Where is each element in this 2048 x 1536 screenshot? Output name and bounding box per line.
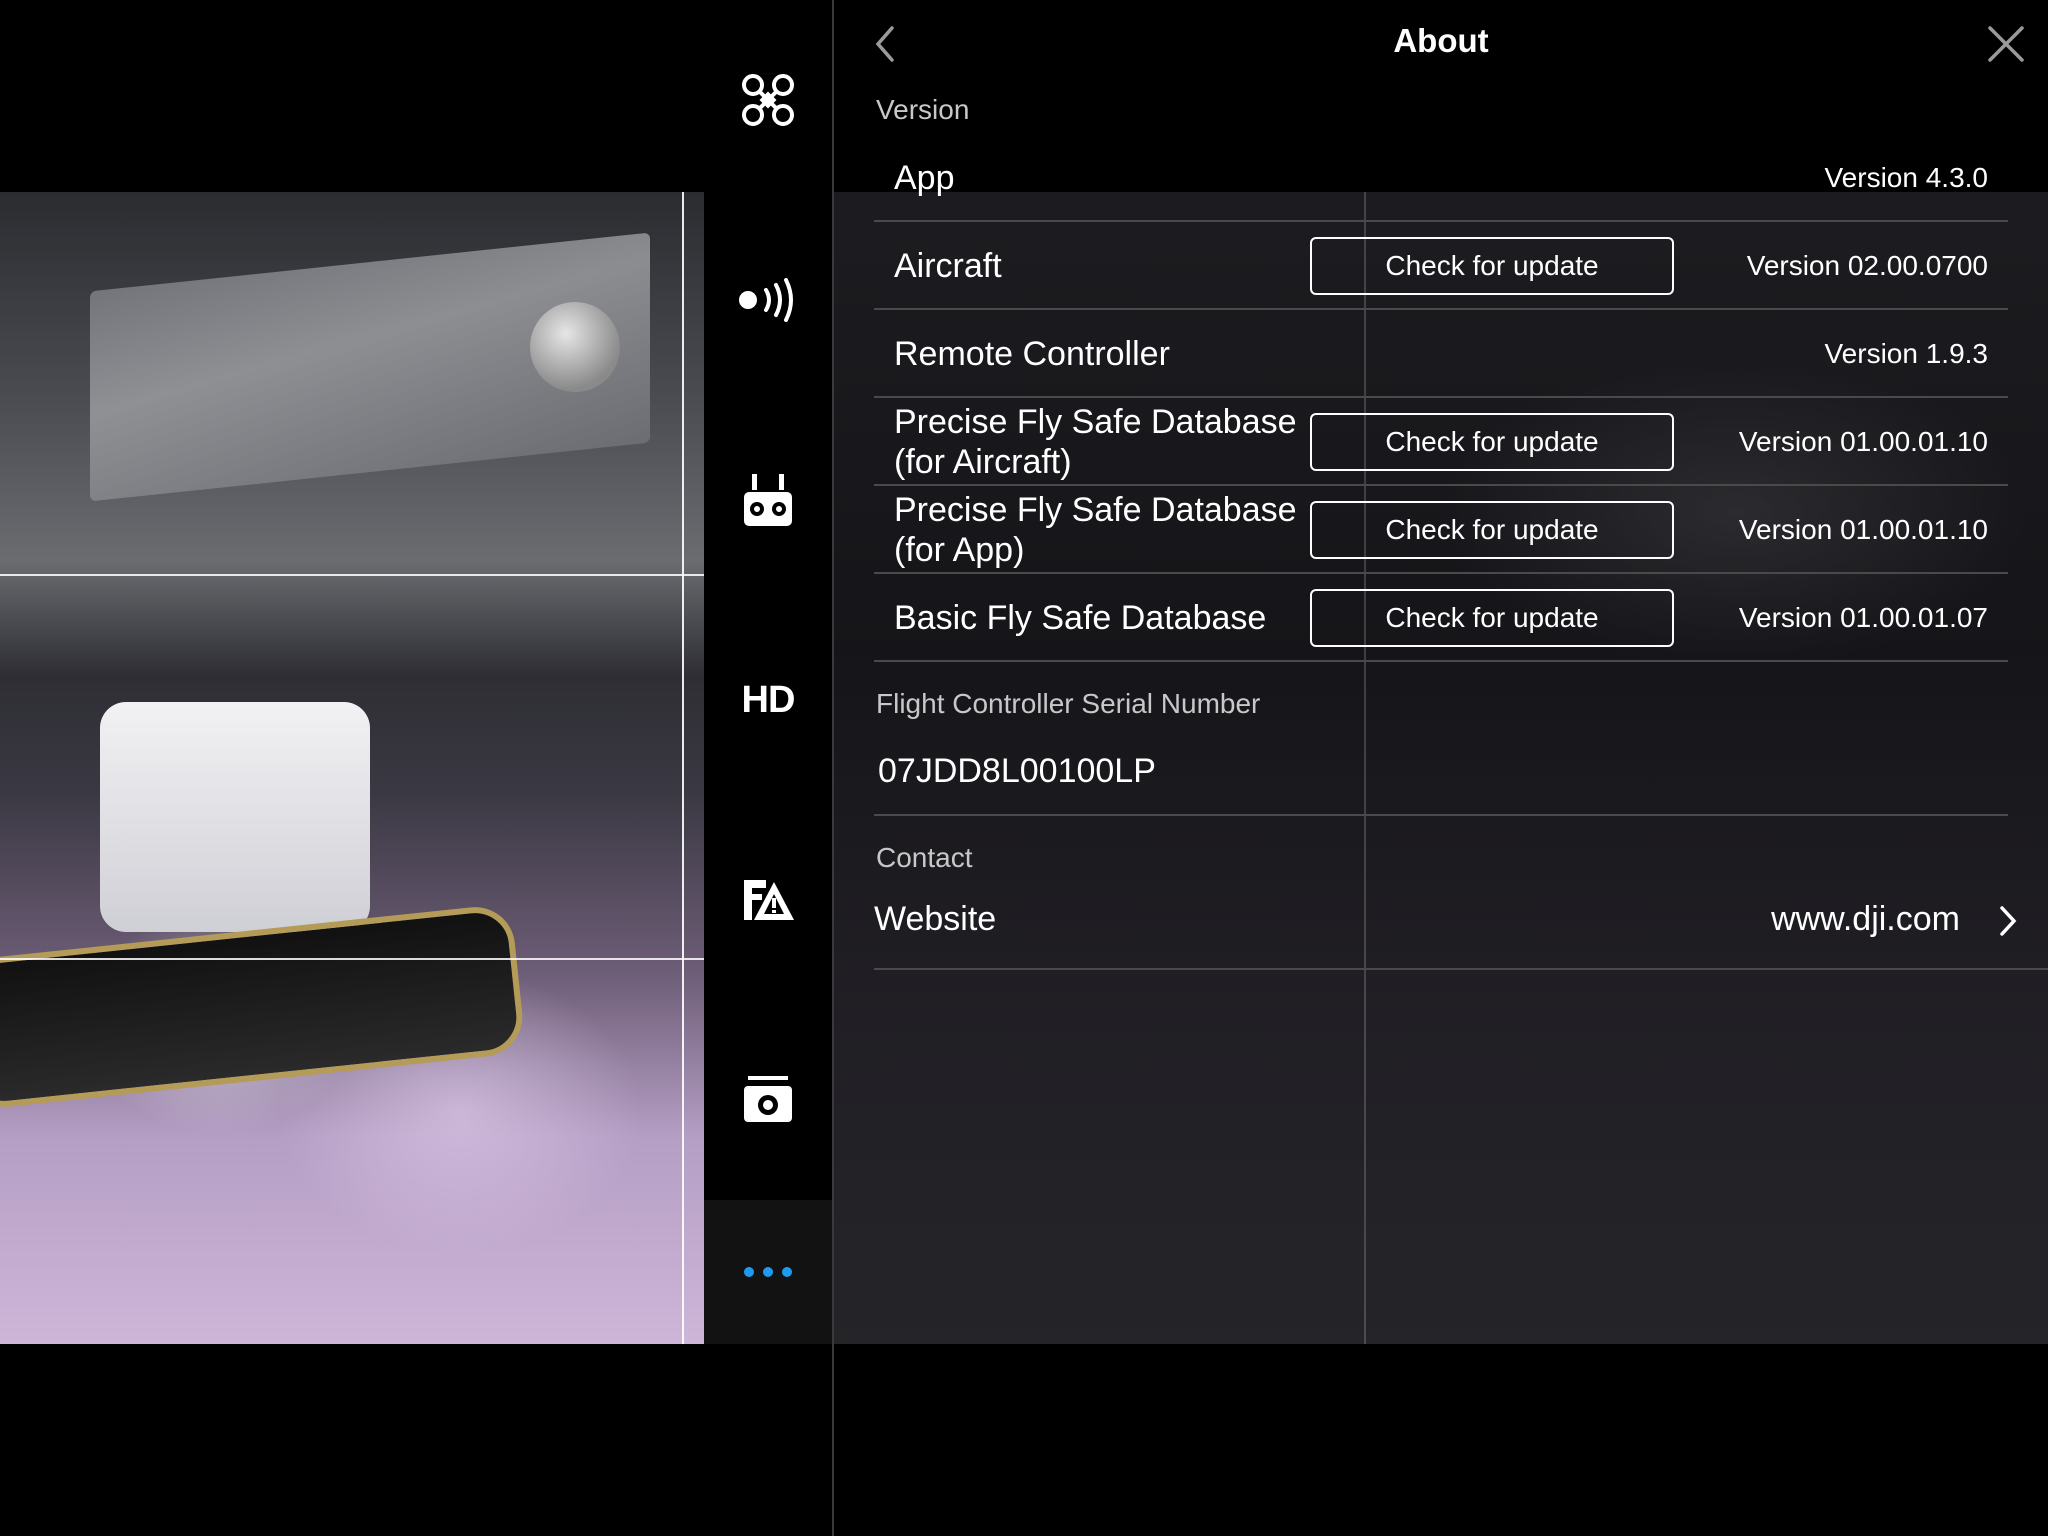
hd-icon: HD xyxy=(741,678,796,721)
remote-controller-icon xyxy=(742,472,794,528)
grid-line-vertical xyxy=(682,192,684,1344)
camera-scene-phone xyxy=(0,903,527,1111)
nav-camera-settings[interactable] xyxy=(704,1000,832,1200)
check-update-aircraft-button[interactable]: Check for update xyxy=(1310,237,1674,295)
about-header: About xyxy=(834,0,2048,90)
serial-row: 07JDD8L00100LP xyxy=(874,730,2008,816)
serial-number-value: 07JDD8L00100LP xyxy=(878,752,1156,790)
nav-aircraft-settings[interactable] xyxy=(704,0,832,200)
drone-icon xyxy=(740,72,796,128)
version-section-label: Version xyxy=(876,94,970,125)
signal-icon xyxy=(738,278,798,322)
nav-more-settings[interactable] xyxy=(704,1200,832,1344)
version-row-basic-fly-safe: Basic Fly Safe Database Check for update… xyxy=(874,574,2008,662)
nav-battery-settings[interactable] xyxy=(704,800,832,1000)
version-row-value: Version 02.00.0700 xyxy=(1746,250,1988,281)
version-row-remote-controller: Remote Controller Version 1.9.3 xyxy=(874,310,2008,398)
serial-section-label: Flight Controller Serial Number xyxy=(876,688,1261,719)
check-update-precise-aircraft-button[interactable]: Check for update xyxy=(1310,413,1674,471)
about-panel: About Version App Version 4.3.0 Aircraft… xyxy=(834,0,2048,1536)
website-link[interactable]: www.dji.com xyxy=(1771,900,1960,939)
settings-side-nav: HD xyxy=(704,0,832,1344)
camera-scene-knob xyxy=(530,302,620,392)
grid-line-horizontal-bottom xyxy=(0,958,704,960)
check-update-precise-app-button[interactable]: Check for update xyxy=(1310,501,1674,559)
nav-remote-controller-settings[interactable] xyxy=(704,400,832,600)
nav-transmission-settings[interactable] xyxy=(704,200,832,400)
version-row-value: Version 01.00.01.07 xyxy=(1738,602,1988,633)
version-row-value: Version 1.9.3 xyxy=(1824,338,1988,369)
chevron-right-icon xyxy=(1992,904,2022,938)
camera-scene-adapter xyxy=(100,702,370,932)
version-row-value: Version 4.3.0 xyxy=(1824,162,1988,193)
website-label: Website xyxy=(874,900,997,938)
version-row-precise-fly-safe-app: Precise Fly Safe Database (for App) Chec… xyxy=(874,486,2008,574)
camera-live-view[interactable] xyxy=(0,192,704,1344)
version-row-label: Aircraft xyxy=(894,247,1002,285)
version-row-value: Version 01.00.01.10 xyxy=(1738,426,1988,457)
page-title: About xyxy=(1393,22,1489,59)
version-row-aircraft: Aircraft Check for update Version 02.00.… xyxy=(874,222,2008,310)
more-icon xyxy=(742,1265,794,1279)
version-row-app: App Version 4.3.0 xyxy=(874,134,2008,222)
nav-hd-settings[interactable]: HD xyxy=(704,600,832,800)
battery-warning-icon xyxy=(740,876,796,924)
version-row-label: App xyxy=(894,159,955,197)
check-update-basic-button[interactable]: Check for update xyxy=(1310,589,1674,647)
version-row-label: Precise Fly Safe Database (for Aircraft) xyxy=(894,403,1297,481)
camera-icon xyxy=(742,1074,794,1126)
close-icon xyxy=(1984,26,2028,70)
grid-line-horizontal-top xyxy=(0,574,704,576)
version-row-label: Basic Fly Safe Database xyxy=(894,599,1267,637)
version-row-precise-fly-safe-aircraft: Precise Fly Safe Database (for Aircraft)… xyxy=(874,398,2008,486)
version-row-value: Version 01.00.01.10 xyxy=(1738,514,1988,545)
website-row[interactable]: Website www.dji.com xyxy=(874,870,2048,970)
version-row-label: Remote Controller xyxy=(894,335,1170,373)
close-button[interactable] xyxy=(1984,22,2028,66)
version-row-label: Precise Fly Safe Database (for App) xyxy=(894,491,1297,569)
